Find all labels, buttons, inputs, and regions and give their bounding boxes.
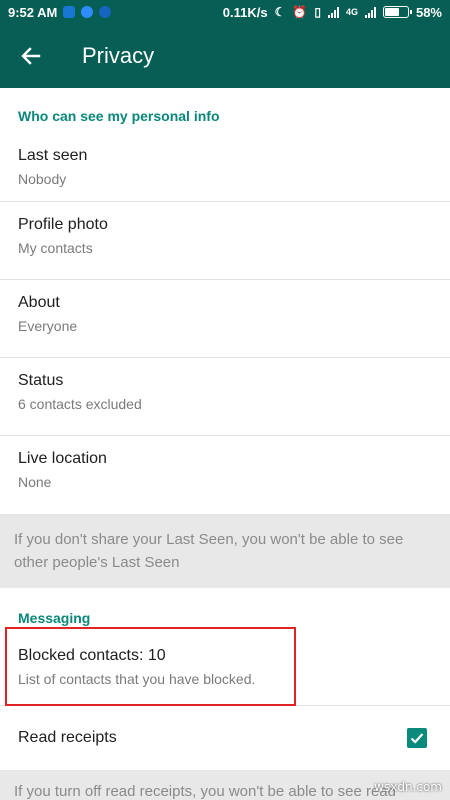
setting-label: Live location <box>18 450 107 467</box>
app-icon <box>63 6 76 18</box>
last-seen-note: If you don't share your Last Seen, you w… <box>0 514 450 588</box>
blocked-contacts-text: Blocked contacts: 10 List of contacts th… <box>18 647 432 687</box>
moon-icon: ☾ <box>274 5 286 19</box>
status-time: 9:52 AM <box>8 4 58 20</box>
watermark: wsxdn.com <box>374 780 442 794</box>
setting-value: Nobody <box>18 171 67 187</box>
network-speed: 0.11K/s <box>222 4 268 20</box>
setting-label: Blocked contacts: 10 <box>18 647 166 664</box>
battery-percent: 58% <box>415 4 442 20</box>
network-type: 4G <box>345 7 358 17</box>
setting-label: About <box>18 294 60 311</box>
app-icon <box>81 6 94 18</box>
setting-read-receipts[interactable]: Read receipts <box>0 706 450 770</box>
setting-label: Last seen <box>18 147 88 164</box>
signal-icon <box>327 6 339 18</box>
read-receipts-checkbox[interactable] <box>407 728 427 748</box>
privacy-settings-list: Who can see my personal info Last seen N… <box>0 88 450 800</box>
upload-icon <box>99 6 112 18</box>
app-bar: Privacy <box>0 24 450 88</box>
setting-status[interactable]: Status 6 contacts excluded <box>0 358 450 436</box>
setting-live-location[interactable]: Live location None <box>0 436 450 514</box>
setting-value: My contacts <box>18 240 93 256</box>
setting-description: List of contacts that you have blocked. <box>18 671 256 687</box>
setting-value: None <box>18 474 52 490</box>
setting-label: Read receipts <box>18 729 117 746</box>
section-header-personal-info: Who can see my personal info <box>18 108 220 124</box>
setting-last-seen[interactable]: Last seen Nobody <box>0 138 450 202</box>
status-bar: 9:52 AM 0.11K/s ☾ ⏰ ▯ 4G 58% <box>0 0 450 24</box>
back-button[interactable] <box>0 24 62 88</box>
vibrate-icon: ▯ <box>314 5 321 19</box>
setting-value: 6 contacts excluded <box>18 396 142 412</box>
setting-profile-photo[interactable]: Profile photo My contacts <box>0 202 450 280</box>
status-bar-right: 0.11K/s ☾ ⏰ ▯ 4G 58% <box>223 5 442 20</box>
arrow-back-icon <box>21 47 41 65</box>
battery-fill <box>384 8 399 16</box>
section-header-messaging: Messaging <box>18 610 91 626</box>
signal-icon <box>364 6 376 18</box>
setting-label: Profile photo <box>18 216 108 233</box>
battery-icon <box>382 6 412 18</box>
status-bar-left: 9:52 AM <box>8 4 112 20</box>
setting-value: Everyone <box>18 318 78 334</box>
setting-about[interactable]: About Everyone <box>0 280 450 358</box>
setting-label: Status <box>18 372 64 389</box>
page-title: Privacy <box>82 43 155 68</box>
setting-blocked-contacts[interactable]: Blocked contacts: 10 List of contacts th… <box>0 626 450 706</box>
checkmark-icon <box>410 733 424 744</box>
alarm-icon: ⏰ <box>292 5 308 19</box>
